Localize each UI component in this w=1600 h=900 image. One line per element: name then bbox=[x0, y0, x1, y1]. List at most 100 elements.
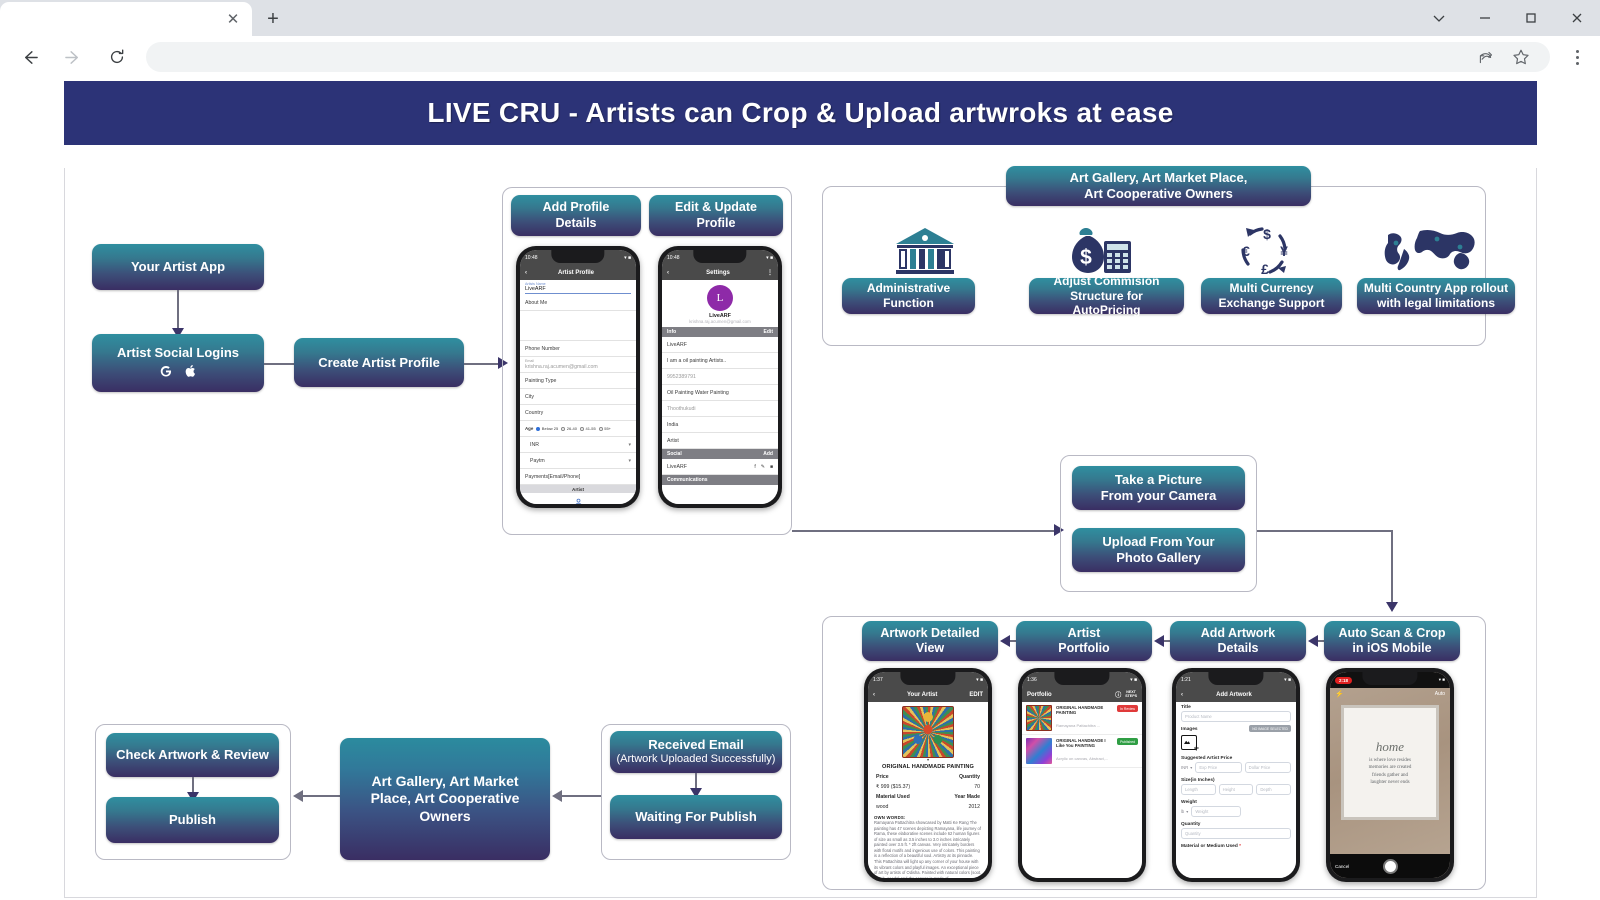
box-take-a-picture[interactable]: Take a Picture From your Camera bbox=[1072, 466, 1245, 510]
input-height[interactable]: Height bbox=[1218, 784, 1254, 795]
kebab-menu-icon[interactable] bbox=[1562, 42, 1592, 72]
window-close-icon[interactable] bbox=[1554, 0, 1600, 36]
input-weight[interactable]: Weight bbox=[1191, 806, 1242, 817]
scanned-artwork: home is where love resides memories are … bbox=[1340, 704, 1440, 821]
field-payments-contact[interactable]: Payments[Email/Phone] bbox=[520, 469, 636, 485]
chevron-down-icon[interactable] bbox=[1416, 0, 1462, 36]
browser-tab[interactable]: ✕ bbox=[0, 2, 252, 36]
flash-icon[interactable]: ⚡ bbox=[1335, 690, 1344, 698]
field-city[interactable]: City bbox=[520, 389, 636, 405]
box-upload-photo-gallery[interactable]: Upload From Your Photo Gallery bbox=[1072, 528, 1245, 572]
box-edit-update-profile[interactable]: Edit & Update Profile bbox=[649, 195, 783, 236]
edit-pencil-icon[interactable]: ✎ bbox=[761, 464, 765, 470]
label-size: Size(in Inches) bbox=[1181, 778, 1215, 783]
plus-icon[interactable]: + bbox=[258, 4, 288, 34]
field-about-me[interactable]: About Me bbox=[520, 295, 636, 311]
input-title[interactable]: Product Name bbox=[1181, 711, 1291, 722]
currency-exchange-icon: $ € ¥ £ bbox=[1205, 223, 1325, 278]
box-artist-social-logins[interactable]: Artist Social Logins bbox=[92, 334, 264, 392]
add-image-icon[interactable] bbox=[1181, 735, 1199, 753]
box-publish[interactable]: Publish bbox=[106, 797, 279, 843]
radio-option[interactable] bbox=[598, 426, 603, 431]
minimize-icon[interactable] bbox=[1462, 0, 1508, 36]
field-painting-type[interactable]: Painting Type bbox=[520, 373, 636, 389]
chevron-left-icon[interactable]: ‹ bbox=[873, 692, 875, 698]
maximize-icon[interactable] bbox=[1508, 0, 1554, 36]
cancel-button[interactable]: Cancel bbox=[1335, 864, 1349, 869]
wifi-battery-icons: ▾ ■ bbox=[766, 254, 773, 261]
input-quantity[interactable]: Quantity bbox=[1181, 828, 1291, 839]
box-multi-country[interactable]: Multi Country App rollout with legal lim… bbox=[1357, 278, 1515, 314]
box-gallery-owners-header[interactable]: Art Gallery, Art Market Place, Art Coope… bbox=[1006, 166, 1311, 206]
star-icon[interactable] bbox=[1510, 46, 1532, 68]
share-icon[interactable] bbox=[1474, 46, 1496, 68]
facebook-icon[interactable]: f bbox=[754, 464, 755, 470]
wifi-battery-icons: ▾ ■ bbox=[1130, 676, 1137, 683]
radio-option[interactable] bbox=[561, 426, 566, 431]
radio-option[interactable] bbox=[580, 426, 584, 431]
svg-text:$: $ bbox=[1263, 226, 1271, 242]
auto-label[interactable]: Auto bbox=[1435, 691, 1445, 697]
more-vertical-icon[interactable]: ⋮ bbox=[767, 269, 773, 276]
box-waiting-for-publish[interactable]: Waiting For Publish bbox=[610, 795, 782, 839]
field-artists-name[interactable]: LiveARF bbox=[525, 286, 631, 294]
reload-icon[interactable] bbox=[101, 41, 133, 73]
next-steps-button[interactable]: NEXT STEPS bbox=[1125, 690, 1137, 698]
profile-email: krishna.raj.acumen@gmail.com bbox=[689, 319, 751, 324]
field-country[interactable]: Country bbox=[520, 405, 636, 421]
currency-select[interactable]: INR ▾ bbox=[1181, 765, 1192, 770]
box-add-artwork-details[interactable]: Add Artwork Details bbox=[1170, 621, 1306, 661]
input-length[interactable]: Length bbox=[1181, 784, 1216, 795]
field-age-group[interactable]: Age Below 25 26-40 41-55 55+ bbox=[520, 421, 636, 437]
box-artist-portfolio[interactable]: Artist Portfolio bbox=[1016, 621, 1152, 661]
edit-button[interactable]: EDIT bbox=[969, 692, 983, 698]
input-dollar-price[interactable]: Dollar Price bbox=[1244, 762, 1292, 773]
google-icon bbox=[159, 364, 173, 382]
box-your-artist-app[interactable]: Your Artist App bbox=[92, 244, 264, 290]
box-artwork-detailed-view[interactable]: Artwork Detailed View bbox=[862, 621, 998, 661]
field-currency[interactable]: INR ▾ bbox=[520, 437, 636, 453]
box-multi-currency[interactable]: Multi Currency Exchange Support bbox=[1201, 278, 1342, 314]
edit-link[interactable]: Edit bbox=[764, 329, 773, 335]
field-email[interactable]: Email krishna.raj.acumen@gmail.com bbox=[520, 357, 636, 373]
section-header-communications: Communications bbox=[662, 475, 778, 485]
box-received-email[interactable]: Received Email (Artwork Uploaded Success… bbox=[610, 731, 782, 773]
wifi-battery-icons: ▾ ■ bbox=[1438, 677, 1445, 682]
box-administrative-function[interactable]: Administrative Function bbox=[842, 278, 975, 314]
settings-screen: L LiveARF krishna.raj.acumen@gmail.com I… bbox=[662, 280, 778, 504]
person-icon[interactable] bbox=[520, 493, 636, 504]
field-about-me-body[interactable] bbox=[520, 311, 636, 341]
box-adjust-commission[interactable]: Adjust Commision Structure for AutoPrici… bbox=[1029, 274, 1184, 317]
label-title: Title bbox=[1181, 705, 1191, 710]
field-payment-method[interactable]: Paytm ▾ bbox=[520, 453, 636, 469]
list-item[interactable]: ORIGINAL HANDMADE I Like You PAINTING Ac… bbox=[1022, 735, 1142, 768]
close-icon[interactable]: ✕ bbox=[224, 10, 242, 28]
list-item[interactable]: ORIGINAL HANDMADE PAINTING Ramayana Patt… bbox=[1022, 702, 1142, 735]
phone-notch bbox=[1208, 672, 1264, 685]
artwork-detail-screen: • ORIGINAL HANDMADE PAINTING Price Quant… bbox=[868, 702, 988, 878]
add-link[interactable]: Add bbox=[763, 451, 773, 457]
chevron-left-icon[interactable]: ‹ bbox=[1181, 692, 1183, 698]
row-weight: lb ▾ Weight bbox=[1176, 806, 1296, 819]
forward-arrow-icon[interactable] bbox=[57, 41, 89, 73]
address-bar[interactable] bbox=[146, 42, 1550, 72]
box-auto-scan-crop[interactable]: Auto Scan & Crop in iOS Mobile bbox=[1324, 621, 1460, 661]
radio-selected[interactable] bbox=[536, 426, 541, 431]
back-arrow-icon[interactable] bbox=[13, 41, 45, 73]
box-add-profile-details[interactable]: Add Profile Details bbox=[511, 195, 641, 236]
detail-header-row: Material Used Year Made bbox=[876, 794, 980, 801]
box-gallery-owners-center[interactable]: Art Gallery, Art Market Place, Art Coope… bbox=[340, 738, 550, 860]
field-phone-number[interactable]: Phone Number bbox=[520, 341, 636, 357]
shutter-icon[interactable] bbox=[1382, 858, 1398, 874]
weight-unit-select[interactable]: lb ▾ bbox=[1181, 809, 1188, 814]
input-exp-price[interactable]: Exp Price bbox=[1195, 762, 1242, 773]
tabbar-label: Artist bbox=[520, 485, 636, 493]
input-depth[interactable]: Depth bbox=[1256, 784, 1292, 795]
info-icon[interactable]: ⓘ bbox=[1115, 690, 1121, 699]
chevron-left-icon[interactable]: ‹ bbox=[525, 270, 527, 276]
chevron-left-icon[interactable]: ‹ bbox=[667, 270, 669, 276]
status-badge: In Review bbox=[1117, 705, 1138, 712]
box-check-artwork-review[interactable]: Check Artwork & Review bbox=[106, 733, 279, 777]
box-create-artist-profile[interactable]: Create Artist Profile bbox=[294, 338, 464, 387]
delete-icon[interactable]: ■ bbox=[770, 464, 773, 470]
